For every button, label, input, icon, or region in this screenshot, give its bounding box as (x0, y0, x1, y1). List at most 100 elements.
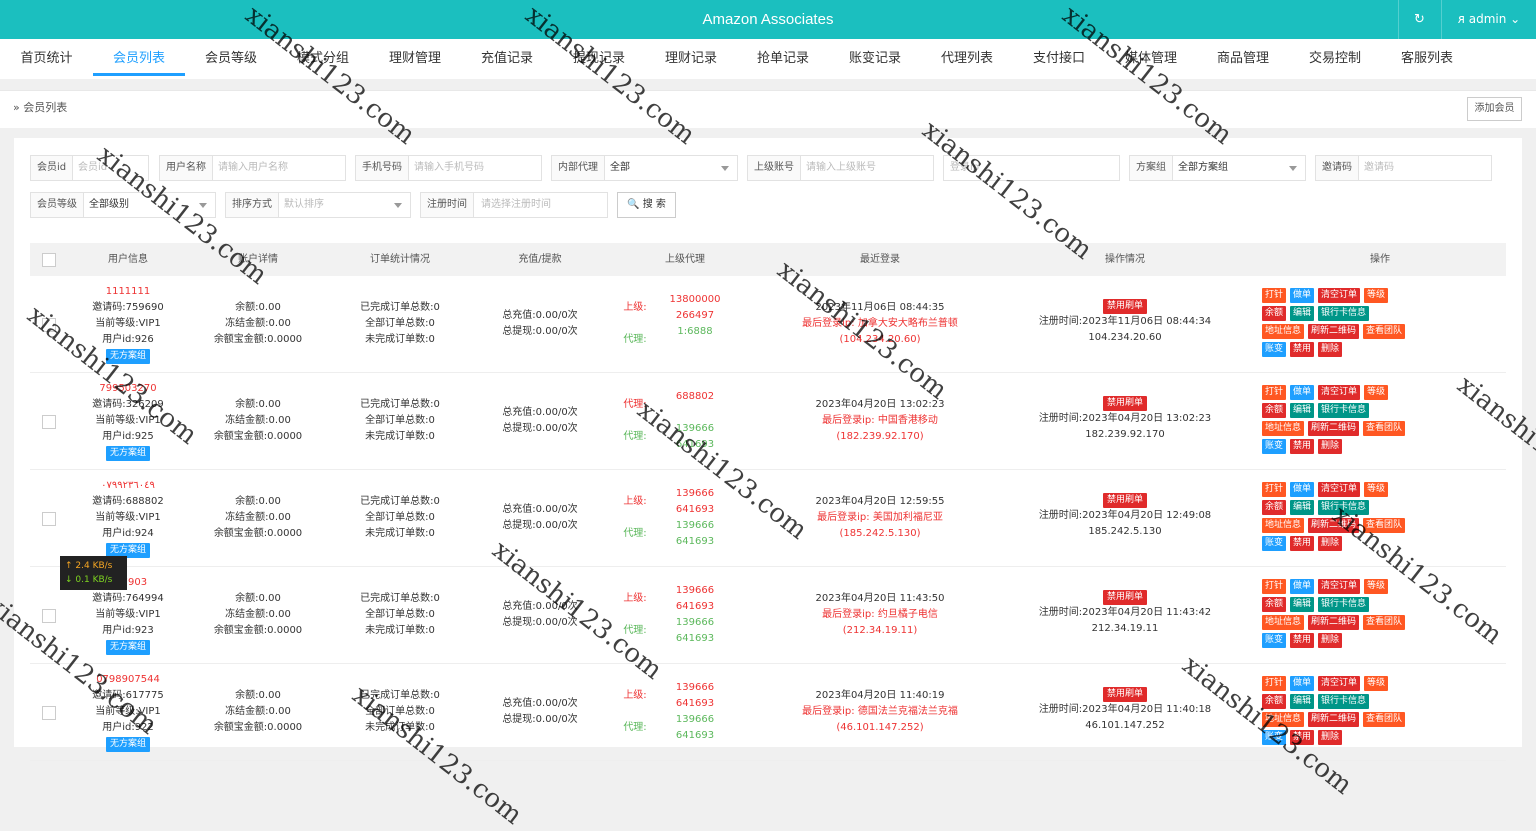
add-member-button[interactable]: 添加会员 (1467, 97, 1522, 121)
level-button[interactable]: 等级 (1364, 482, 1389, 497)
bank-card-button[interactable]: 银行卡信息 (1318, 597, 1370, 612)
row-checkbox[interactable] (42, 609, 56, 623)
nav-item-agents[interactable]: 代理列表 (921, 39, 1013, 79)
invite-input[interactable]: 邀请码 (1364, 156, 1394, 180)
balance-button[interactable]: 余额 (1262, 500, 1287, 515)
inject-button[interactable]: 打针 (1262, 385, 1287, 400)
address-button[interactable]: 地址信息 (1262, 421, 1305, 436)
balance-button[interactable]: 余额 (1262, 694, 1287, 709)
nav-item-mode-groups[interactable]: 模式分组 (277, 39, 369, 79)
admin-menu[interactable]: ᴙ admin ⌄ (1441, 0, 1536, 39)
member-id-input[interactable]: 会员id (78, 156, 107, 180)
nav-item-home-stats[interactable]: 首页统计 (0, 39, 93, 79)
do-order-button[interactable]: 做单 (1290, 676, 1315, 691)
nav-item-finance[interactable]: 理财管理 (369, 39, 461, 79)
disable-brush-badge[interactable]: 禁用刷单 (1102, 590, 1147, 605)
refresh-icon[interactable]: ↻ (1398, 0, 1440, 39)
edit-button[interactable]: 编辑 (1290, 500, 1315, 515)
disable-button[interactable]: 禁用 (1290, 536, 1315, 551)
refresh-qr-button[interactable]: 刷新二维码 (1308, 712, 1360, 727)
clear-orders-button[interactable]: 清空订单 (1318, 288, 1361, 303)
bank-card-button[interactable]: 银行卡信息 (1318, 403, 1370, 418)
disable-button[interactable]: 禁用 (1290, 342, 1315, 357)
balance-button[interactable]: 余额 (1262, 306, 1287, 321)
disable-brush-badge[interactable]: 禁用刷单 (1102, 299, 1147, 314)
level-button[interactable]: 等级 (1364, 676, 1389, 691)
inject-button[interactable]: 打针 (1262, 288, 1287, 303)
inject-button[interactable]: 打针 (1262, 579, 1287, 594)
bank-card-button[interactable]: 银行卡信息 (1318, 306, 1370, 321)
account-change-button[interactable]: 账变 (1262, 633, 1287, 648)
view-team-button[interactable]: 查看团队 (1363, 712, 1406, 727)
nav-item-media[interactable]: 媒体管理 (1105, 39, 1197, 79)
disable-brush-badge[interactable]: 禁用刷单 (1102, 396, 1147, 411)
plan-group-badge[interactable]: 无方案组 (105, 737, 150, 752)
account-change-button[interactable]: 账变 (1262, 730, 1287, 745)
do-order-button[interactable]: 做单 (1290, 385, 1315, 400)
inject-button[interactable]: 打针 (1262, 482, 1287, 497)
account-change-button[interactable]: 账变 (1262, 439, 1287, 454)
login-ip-field[interactable]: 登录ip (943, 155, 1120, 181)
sort-select[interactable]: 排序方式 默认排序 (225, 192, 411, 218)
nav-item-withdraw[interactable]: 提现记录 (553, 39, 645, 79)
delete-button[interactable]: 删除 (1318, 536, 1343, 551)
select-all-checkbox[interactable] (42, 253, 56, 267)
search-button[interactable]: 🔍 搜 索 (617, 192, 676, 218)
phone-input[interactable]: 请输入手机号码 (414, 156, 484, 180)
balance-button[interactable]: 余额 (1262, 403, 1287, 418)
nav-item-recharge[interactable]: 充值记录 (461, 39, 553, 79)
member-id-field[interactable]: 会员id 会员id (30, 155, 149, 181)
clear-orders-button[interactable]: 清空订单 (1318, 482, 1361, 497)
clear-orders-button[interactable]: 清空订单 (1318, 579, 1361, 594)
nav-item-support[interactable]: 客服列表 (1381, 39, 1473, 79)
nav-item-products[interactable]: 商品管理 (1197, 39, 1289, 79)
disable-button[interactable]: 禁用 (1290, 633, 1315, 648)
delete-button[interactable]: 删除 (1318, 633, 1343, 648)
view-team-button[interactable]: 查看团队 (1363, 421, 1406, 436)
view-team-button[interactable]: 查看团队 (1363, 518, 1406, 533)
username-field[interactable]: 用户名称 请输入用户名称 (159, 155, 346, 181)
address-button[interactable]: 地址信息 (1262, 615, 1305, 630)
plan-group-badge[interactable]: 无方案组 (105, 640, 150, 655)
refresh-qr-button[interactable]: 刷新二维码 (1308, 421, 1360, 436)
disable-brush-badge[interactable]: 禁用刷单 (1102, 493, 1147, 508)
nav-item-trade-control[interactable]: 交易控制 (1289, 39, 1381, 79)
delete-button[interactable]: 删除 (1318, 730, 1343, 745)
view-team-button[interactable]: 查看团队 (1363, 615, 1406, 630)
plan-group-badge[interactable]: 无方案组 (105, 446, 150, 461)
nav-item-account-changes[interactable]: 账变记录 (829, 39, 921, 79)
invite-code-field[interactable]: 邀请码 邀请码 (1315, 155, 1492, 181)
disable-brush-badge[interactable]: 禁用刷单 (1102, 687, 1147, 702)
edit-button[interactable]: 编辑 (1290, 597, 1315, 612)
bank-card-button[interactable]: 银行卡信息 (1318, 694, 1370, 709)
refresh-qr-button[interactable]: 刷新二维码 (1308, 615, 1360, 630)
clear-orders-button[interactable]: 清空订单 (1318, 385, 1361, 400)
inject-button[interactable]: 打针 (1262, 676, 1287, 691)
row-checkbox[interactable] (42, 415, 56, 429)
register-time-input[interactable]: 请选择注册时间 (481, 193, 551, 217)
plan-group-badge[interactable]: 无方案组 (105, 349, 150, 364)
level-button[interactable]: 等级 (1364, 288, 1389, 303)
clear-orders-button[interactable]: 清空订单 (1318, 676, 1361, 691)
do-order-button[interactable]: 做单 (1290, 579, 1315, 594)
edit-button[interactable]: 编辑 (1290, 306, 1315, 321)
register-time-field[interactable]: 注册时间 请选择注册时间 (420, 192, 608, 218)
plan-group-select[interactable]: 方案组 全部方案组 (1129, 155, 1306, 181)
phone-field[interactable]: 手机号码 请输入手机号码 (355, 155, 542, 181)
disable-button[interactable]: 禁用 (1290, 439, 1315, 454)
username-input[interactable]: 请输入用户名称 (218, 156, 288, 180)
nav-item-member-levels[interactable]: 会员等级 (185, 39, 277, 79)
level-button[interactable]: 等级 (1364, 579, 1389, 594)
nav-item-orders[interactable]: 抢单记录 (737, 39, 829, 79)
address-button[interactable]: 地址信息 (1262, 518, 1305, 533)
agent-select[interactable]: 内部代理 全部 (551, 155, 738, 181)
disable-button[interactable]: 禁用 (1290, 730, 1315, 745)
level-button[interactable]: 等级 (1364, 385, 1389, 400)
parent-input[interactable]: 请输入上级账号 (806, 156, 876, 180)
bank-card-button[interactable]: 银行卡信息 (1318, 500, 1370, 515)
refresh-qr-button[interactable]: 刷新二维码 (1308, 518, 1360, 533)
level-select[interactable]: 会员等级 全部级别 (30, 192, 216, 218)
row-checkbox[interactable] (42, 512, 56, 526)
delete-button[interactable]: 删除 (1318, 342, 1343, 357)
account-change-button[interactable]: 账变 (1262, 342, 1287, 357)
